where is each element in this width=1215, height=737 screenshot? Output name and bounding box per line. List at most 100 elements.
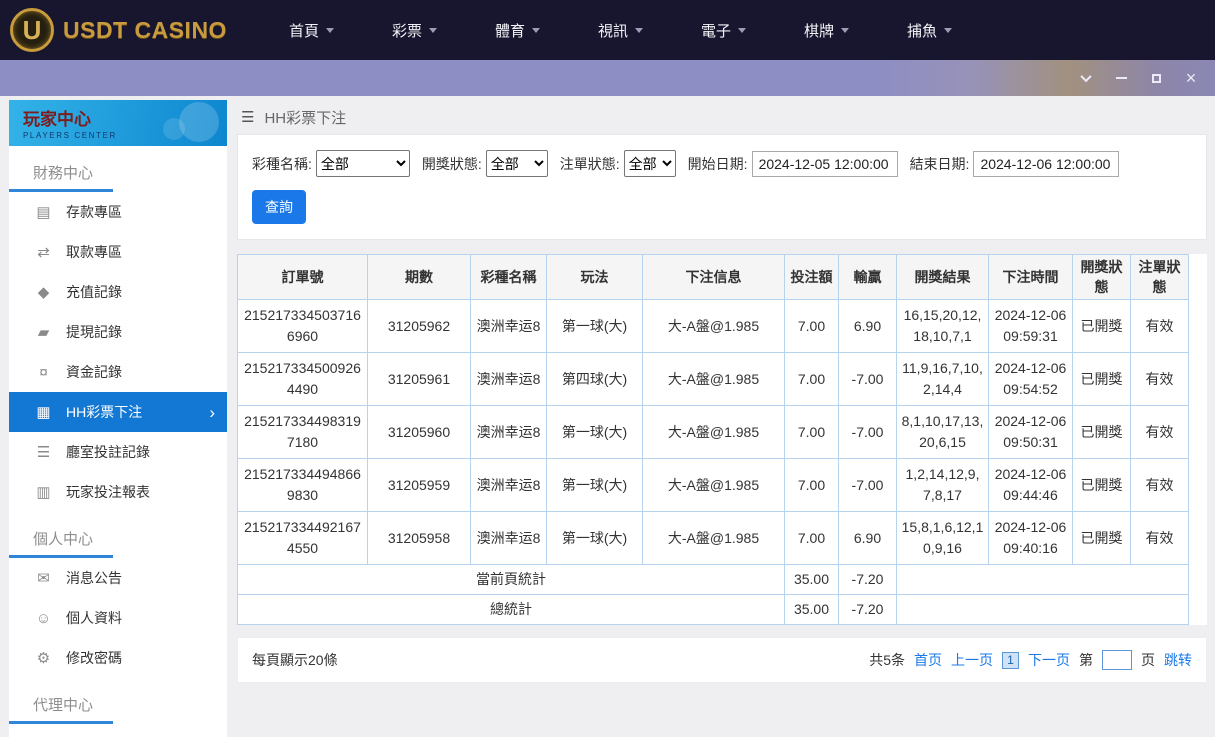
first-page-link[interactable]: 首页 <box>914 650 942 670</box>
cell-order-status: 有效 <box>1130 352 1189 406</box>
sidebar-item-hall-bet-records[interactable]: ☰ 廳室投註記錄 <box>9 432 227 472</box>
page-title: HH彩票下注 <box>264 109 347 127</box>
summary-bet-total: 35.00 <box>784 594 839 625</box>
nav-item-live-video[interactable]: 視訊 <box>598 20 644 41</box>
window-maximize-button[interactable] <box>1148 70 1164 86</box>
column-header-bet-time: 下注時間 <box>988 254 1073 300</box>
window-minimize-button[interactable] <box>1113 70 1129 86</box>
summary-row: 總統計 35.00 -7.20 <box>237 594 1189 625</box>
cell-period: 31205961 <box>367 352 471 406</box>
nav-item-label: 捕魚 <box>907 22 938 40</box>
cell-bet-amount: 7.00 <box>784 458 839 512</box>
sidebar-item-label: 取款專區 <box>66 244 122 260</box>
lottery-type-select[interactable]: 全部 <box>315 150 410 177</box>
sidebar-item-label: HH彩票下注 <box>66 404 143 420</box>
search-button[interactable]: 查詢 <box>252 190 306 224</box>
bell-icon: ✉ <box>37 570 50 587</box>
total-count-label: 共5条 <box>869 652 905 668</box>
cell-bet-amount: 7.00 <box>784 352 839 406</box>
chevron-down-icon <box>635 27 644 33</box>
sidebar-item-deposit-zone[interactable]: ▤ 存款專區 <box>9 192 227 232</box>
cell-bet-amount: 7.00 <box>784 405 839 459</box>
sidebar-item-profile[interactable]: ☺ 個人資料 <box>9 598 227 638</box>
order-status-select[interactable]: 全部 <box>623 150 676 177</box>
sidebar-item-withdrawal-records[interactable]: ▰ 提現記錄 <box>9 312 227 352</box>
end-date-input[interactable] <box>973 150 1120 177</box>
table-row: 2152173344921674550 31205958 澳洲幸运8 第一球(大) 大-… <box>237 511 1189 565</box>
end-date-label: 結束日期: <box>909 155 970 172</box>
filter-row: 彩種名稱: 全部 開獎狀態: 全部 注單狀態: 全部 開始日期: 結束日期: <box>252 150 1192 177</box>
sidebar-item-label: 資金記錄 <box>66 364 122 380</box>
close-icon: × <box>1185 68 1197 88</box>
sidebar-item-recharge-records[interactable]: ◆ 充值記錄 <box>9 272 227 312</box>
nav-item-sports[interactable]: 體育 <box>495 20 540 41</box>
nav-item-fishing[interactable]: 捕魚 <box>907 20 953 41</box>
sidebar-item-change-password[interactable]: ⚙ 修改密碼 <box>9 638 227 678</box>
column-header-bet-amount: 投注額 <box>784 254 839 300</box>
usdt-casino-logo[interactable]: U USDT CASINO <box>10 8 227 52</box>
current-page-indicator[interactable]: 1 <box>1002 651 1019 669</box>
draw-status-select[interactable]: 全部 <box>485 150 548 177</box>
cell-order-no: 2152173345009264490 <box>237 352 368 406</box>
sidebar-item-label: 玩家投注報表 <box>66 484 150 500</box>
logo-text: USDT CASINO <box>63 16 227 43</box>
window-title-bar: × <box>0 60 1215 96</box>
sidebar-item-withdraw-zone[interactable]: ⇄ 取款專區 <box>9 232 227 272</box>
jump-button[interactable]: 跳转 <box>1164 650 1192 670</box>
cell-draw-status: 已開獎 <box>1072 352 1131 406</box>
cell-win-loss: -7.00 <box>838 352 897 406</box>
cell-bet-time: 2024-12-06 09:40:16 <box>988 511 1073 565</box>
nav-item-slots[interactable]: 電子 <box>701 20 747 41</box>
table-row: 2152173345009264490 31205961 澳洲幸运8 第四球(大) 大-… <box>237 352 1189 406</box>
prev-page-link[interactable]: 上一页 <box>951 650 993 670</box>
cell-bet-info: 大-A盤@1.985 <box>642 352 785 406</box>
section-header-finance-center: 財務中心 <box>9 146 227 192</box>
cell-lottery-name: 澳洲幸运8 <box>470 405 547 459</box>
nav-item-card-games[interactable]: 棋牌 <box>804 20 850 41</box>
cell-order-no: 2152173344948669830 <box>237 458 368 512</box>
sidebar-subtitle: PLAYERS CENTER <box>23 131 117 140</box>
summary-row: 當前頁統計 35.00 -7.20 <box>237 564 1189 595</box>
window-close-button[interactable]: × <box>1183 68 1199 88</box>
summary-empty <box>896 594 1189 625</box>
top-nav-menu: 首頁 彩票 體育 視訊 電子 棋牌 捕魚 <box>289 20 953 41</box>
page-jump-input[interactable] <box>1102 650 1132 670</box>
sidebar-item-hh-lottery-bets[interactable]: ▦ HH彩票下注 › <box>9 392 227 432</box>
sidebar-item-player-bet-report[interactable]: ▥ 玩家投注報表 <box>9 472 227 512</box>
chevron-down-icon <box>944 27 953 33</box>
cell-draw-result: 16,15,20,12,18,10,7,1 <box>896 299 989 353</box>
column-header-bet-info: 下注信息 <box>642 254 785 300</box>
summary-winloss-total: -7.20 <box>838 564 897 595</box>
chevron-down-icon <box>841 27 850 33</box>
cell-draw-status: 已開獎 <box>1072 299 1131 353</box>
column-header-lottery-name: 彩種名稱 <box>470 254 547 300</box>
chevron-down-icon <box>738 27 747 33</box>
funds-icon: ¤ <box>39 363 48 381</box>
cell-draw-result: 8,1,10,17,13,20,6,15 <box>896 405 989 459</box>
cell-play-type: 第一球(大) <box>546 299 643 353</box>
sidebar-item-announcements[interactable]: ✉ 消息公告 <box>9 558 227 598</box>
window-collapse-button[interactable] <box>1078 70 1094 86</box>
cell-order-status: 有效 <box>1130 458 1189 512</box>
section-header-agent-center: 代理中心 <box>9 678 227 724</box>
cell-lottery-name: 澳洲幸运8 <box>470 511 547 565</box>
order-status-label: 注單狀態: <box>559 155 620 172</box>
column-header-play-type: 玩法 <box>546 254 643 300</box>
cell-order-no: 2152173344921674550 <box>237 511 368 565</box>
column-header-order-status: 注單狀態 <box>1130 254 1189 300</box>
sidebar-item-fund-records[interactable]: ¤ 資金記錄 <box>9 352 227 392</box>
cell-order-no: 2152173344983197180 <box>237 405 368 459</box>
nav-item-lottery[interactable]: 彩票 <box>392 20 437 41</box>
cell-draw-result: 15,8,1,6,12,10,9,16 <box>896 511 989 565</box>
start-date-input[interactable] <box>751 150 898 177</box>
bets-table: 訂單號 期數 彩種名稱 玩法 下注信息 投注額 輸贏 開獎結果 下注時間 開獎狀態 注單狀態 215… <box>237 254 1189 625</box>
minimize-icon <box>1115 77 1127 79</box>
hamburger-menu-icon[interactable]: ☰ <box>241 108 254 126</box>
next-page-link[interactable]: 下一页 <box>1028 650 1070 670</box>
cell-order-status: 有效 <box>1130 299 1189 353</box>
summary-label: 總統計 <box>237 594 785 625</box>
maximize-icon <box>1151 73 1161 83</box>
nav-item-home[interactable]: 首頁 <box>289 20 334 41</box>
cell-lottery-name: 澳洲幸运8 <box>470 299 547 353</box>
sidebar-item-label: 充值記錄 <box>66 284 122 300</box>
